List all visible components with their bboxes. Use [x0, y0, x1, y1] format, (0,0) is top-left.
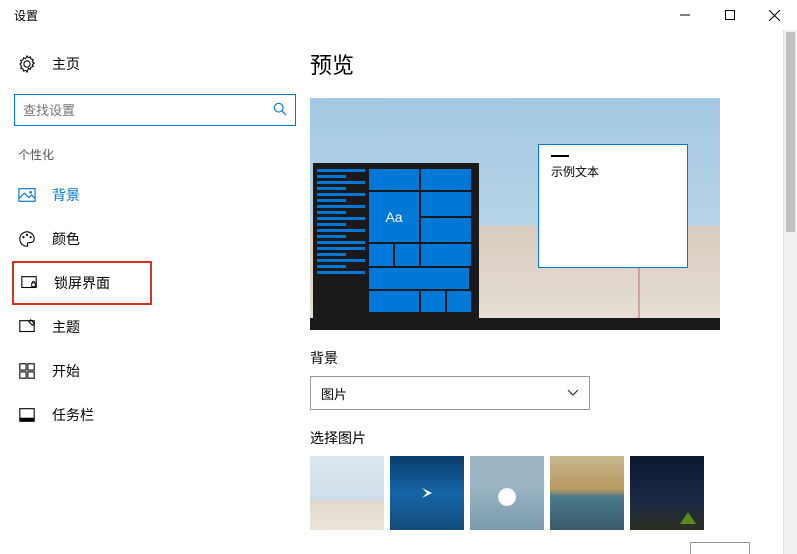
page-title: 预览: [310, 48, 773, 80]
main-panel: 预览 Aa: [310, 30, 797, 554]
sidebar-item-background[interactable]: 背景: [14, 173, 296, 217]
palette-icon: [18, 230, 36, 248]
chevron-down-icon: [567, 389, 579, 397]
sidebar: 主页 个性化 背景 颜色 锁屏界面 主题 开始: [0, 30, 310, 554]
picture-thumbnails: [310, 456, 773, 530]
home-button[interactable]: 主页: [14, 44, 296, 84]
preview-start-menu: Aa: [313, 163, 479, 318]
search-icon: [273, 102, 287, 119]
sidebar-item-label: 锁屏界面: [54, 273, 110, 293]
sidebar-item-label: 任务栏: [52, 405, 94, 425]
window-controls: [662, 0, 797, 30]
preview-window: 示例文本: [538, 144, 688, 268]
gear-icon: [18, 55, 36, 73]
start-icon: [18, 362, 36, 380]
search-input[interactable]: [23, 103, 273, 118]
background-section-label: 背景: [310, 348, 773, 368]
category-label: 个性化: [18, 146, 296, 163]
close-button[interactable]: [752, 0, 797, 30]
thumbnail-4[interactable]: [550, 456, 624, 530]
sidebar-item-start[interactable]: 开始: [14, 349, 296, 393]
sidebar-item-taskbar[interactable]: 任务栏: [14, 393, 296, 437]
sidebar-item-lockscreen[interactable]: 锁屏界面: [12, 261, 152, 305]
sidebar-item-label: 背景: [52, 185, 80, 205]
scrollbar-thumb[interactable]: [786, 32, 795, 232]
minimize-icon: [680, 10, 690, 20]
minimize-button[interactable]: [662, 0, 707, 30]
sample-text: 示例文本: [551, 163, 675, 180]
content-area: 主页 个性化 背景 颜色 锁屏界面 主题 开始: [0, 30, 797, 554]
desktop-preview: Aa 示例文本: [310, 98, 720, 330]
image-icon: [18, 186, 36, 204]
preview-taskbar: [310, 318, 720, 330]
window-title: 设置: [14, 7, 38, 24]
taskbar-icon: [18, 406, 36, 424]
thumbnail-5[interactable]: [630, 456, 704, 530]
search-box[interactable]: [14, 94, 296, 126]
home-label: 主页: [52, 54, 80, 74]
sidebar-item-colors[interactable]: 颜色: [14, 217, 296, 261]
thumbnail-2[interactable]: [390, 456, 464, 530]
maximize-icon: [725, 10, 735, 20]
dropdown-value: 图片: [321, 384, 347, 403]
browse-button-partial[interactable]: [690, 542, 750, 554]
thumbnail-1[interactable]: [310, 456, 384, 530]
lockscreen-icon: [20, 274, 38, 292]
titlebar: 设置: [0, 0, 797, 30]
sidebar-item-label: 颜色: [52, 229, 80, 249]
sidebar-item-label: 开始: [52, 361, 80, 381]
close-icon: [769, 10, 780, 21]
maximize-button[interactable]: [707, 0, 752, 30]
thumbnail-3[interactable]: [470, 456, 544, 530]
sidebar-item-themes[interactable]: 主题: [14, 305, 296, 349]
theme-icon: [18, 318, 36, 336]
choose-picture-label: 选择图片: [310, 428, 773, 448]
sidebar-item-label: 主题: [52, 317, 80, 337]
preview-tile-aa: Aa: [369, 192, 419, 242]
scrollbar[interactable]: [783, 30, 797, 554]
background-type-dropdown[interactable]: 图片: [310, 376, 590, 410]
